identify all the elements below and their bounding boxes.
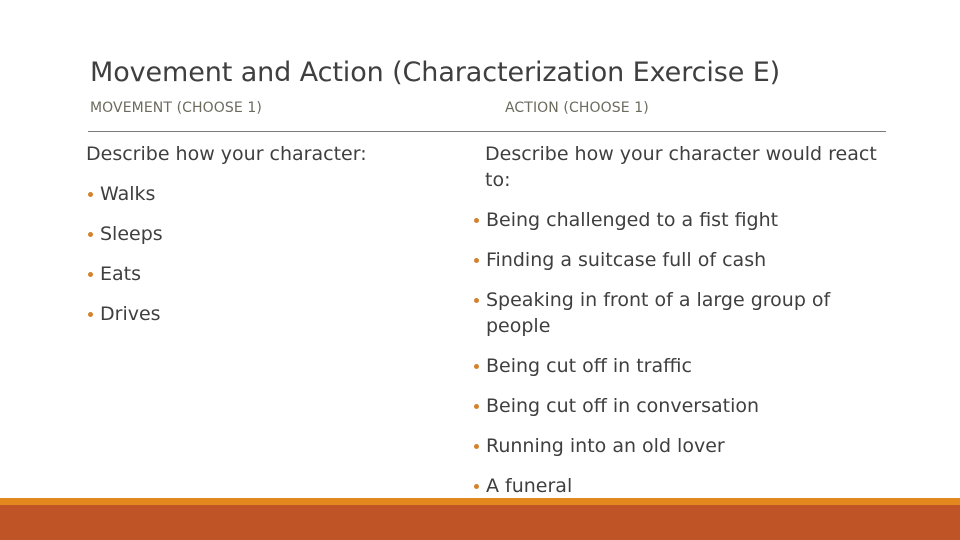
header-divider: [88, 131, 886, 132]
list-item: Being cut off in conversation: [472, 393, 892, 419]
list-item: Sleeps: [86, 221, 466, 247]
movement-intro: Describe how your character:: [86, 143, 367, 165]
action-list: Being challenged to a fist fight Finding…: [472, 207, 892, 499]
list-item: Running into an old lover: [472, 433, 892, 459]
list-item: Walks: [86, 181, 466, 207]
page-title: Movement and Action (Characterization Ex…: [90, 57, 781, 89]
column-header-action: ACTION (CHOOSE 1): [505, 100, 649, 116]
footer-accent-band: [0, 505, 960, 540]
movement-list: Walks Sleeps Eats Drives: [86, 181, 466, 327]
list-item: A funeral: [472, 473, 892, 499]
list-item: Drives: [86, 301, 466, 327]
list-item: Eats: [86, 261, 466, 287]
slide: Movement and Action (Characterization Ex…: [0, 0, 960, 540]
list-item: Being challenged to a fist fight: [472, 207, 892, 233]
list-item: Speaking in front of a large group of pe…: [472, 287, 892, 339]
column-movement: Describe how your character: Walks Sleep…: [86, 141, 466, 327]
action-intro: Describe how your character would react …: [485, 143, 877, 191]
footer-accent-strip: [0, 498, 960, 505]
list-item: Being cut off in traffic: [472, 353, 892, 379]
list-item: Finding a suitcase full of cash: [472, 247, 892, 273]
column-action: Describe how your character would react …: [472, 141, 892, 513]
column-header-movement: MOVEMENT (CHOOSE 1): [90, 100, 262, 116]
